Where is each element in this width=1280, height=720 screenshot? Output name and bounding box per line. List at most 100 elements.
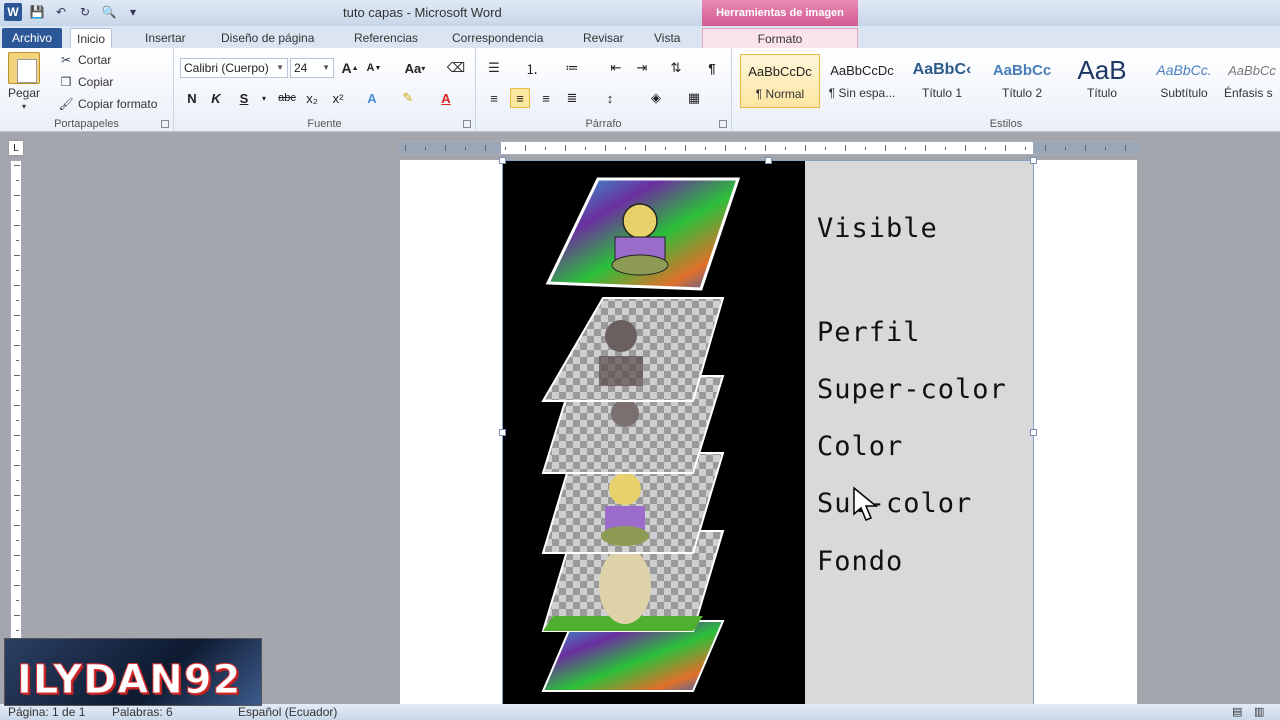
style-no-spacing[interactable]: AaBbCcDc ¶ Sin espa...	[822, 54, 902, 108]
paragraph-launcher-icon[interactable]	[719, 120, 727, 128]
style-subtle-emphasis[interactable]: AaBbCc Énfasis s	[1224, 54, 1280, 108]
cut-label: Cortar	[78, 53, 112, 67]
ruler-tick	[1065, 147, 1066, 150]
font-name-select[interactable]: Calibri (Cuerpo) ▼	[180, 58, 288, 78]
tab-format[interactable]: Formato	[702, 28, 858, 48]
borders-icon[interactable]: ▦	[684, 88, 704, 108]
format-painter-button[interactable]: 🖌 Copiar formato	[58, 96, 157, 112]
resize-handle-right[interactable]	[1030, 429, 1037, 436]
tab-home[interactable]: Inicio	[70, 28, 113, 48]
print-preview-icon[interactable]: 🔍	[100, 3, 118, 21]
customize-toolbar-icon[interactable]: ▾	[124, 3, 142, 21]
tab-references[interactable]: Referencias	[348, 28, 424, 48]
copy-icon: ❐	[60, 75, 72, 89]
decrease-indent-icon[interactable]: ⇤	[606, 58, 626, 78]
ruler-tick	[725, 145, 726, 151]
font-size-select[interactable]: 24 ▼	[290, 58, 334, 78]
horizontal-ruler[interactable]	[398, 141, 1139, 155]
paragraph-group: ☰ ⒈ ≔ ⇤ ⇥ ⇅ ¶ ≡ ≡ ≡ ≣ ↕ ◈ ▦ Párrafo	[476, 48, 732, 132]
strikethrough-button[interactable]: abc	[274, 88, 300, 108]
ruler-tick	[485, 145, 486, 151]
bullets-icon[interactable]: ☰	[484, 58, 504, 78]
tab-review[interactable]: Revisar	[577, 28, 630, 48]
ruler-tick	[16, 240, 19, 241]
style-preview: AaBbCcDc	[830, 62, 894, 78]
ruler-tick	[505, 147, 506, 150]
redo-icon[interactable]: ↻	[76, 3, 94, 21]
clear-formatting-icon[interactable]: ⌫	[446, 58, 466, 78]
superscript-button[interactable]: x²	[328, 88, 348, 108]
move-cursor-icon	[853, 486, 879, 521]
undo-icon[interactable]: ↶	[52, 3, 70, 21]
word-count-status[interactable]: Palabras: 6	[112, 705, 173, 719]
page-count-status[interactable]: Página: 1 de 1	[8, 705, 85, 719]
align-right-icon[interactable]: ≡	[536, 88, 556, 108]
resize-handle-top-right[interactable]	[1030, 157, 1037, 164]
resize-handle-top-left[interactable]	[499, 157, 506, 164]
ruler-tick	[16, 300, 19, 301]
clipboard-launcher-icon[interactable]	[161, 120, 169, 128]
copy-button[interactable]: ❐ Copiar	[58, 74, 114, 90]
italic-button[interactable]: K	[206, 88, 226, 108]
subscript-button[interactable]: x₂	[302, 88, 322, 108]
increase-indent-icon[interactable]: ⇥	[632, 58, 652, 78]
bold-button[interactable]: N	[182, 88, 202, 108]
resize-handle-left[interactable]	[499, 429, 506, 436]
sort-icon[interactable]: ⇅	[666, 58, 686, 78]
font-launcher-icon[interactable]	[463, 120, 471, 128]
ruler-tick	[16, 210, 19, 211]
style-subtitle[interactable]: AaBbCc. Subtítulo	[1144, 54, 1224, 108]
style-title[interactable]: AaB Título	[1062, 54, 1142, 108]
style-label: Título 1	[921, 86, 963, 100]
style-normal[interactable]: AaBbCcDc ¶ Normal	[740, 54, 820, 108]
grow-font-button[interactable]: A ▲	[340, 58, 360, 78]
ruler-tick	[665, 147, 666, 150]
word-app-icon[interactable]: W	[4, 3, 22, 21]
ruler-tick	[16, 480, 19, 481]
tab-selector-icon[interactable]: L	[8, 140, 24, 156]
paragraph-group-label: Párrafo	[585, 118, 622, 130]
justify-icon[interactable]: ≣	[562, 88, 582, 108]
shrink-font-button[interactable]: A ▼	[364, 58, 384, 78]
layers-picture[interactable]: Visible Perfil Super-color Color Sub-col…	[499, 157, 1037, 706]
ruler-tick	[1125, 145, 1126, 151]
style-heading-1[interactable]: AaBbC‹ Título 1	[902, 54, 982, 108]
tab-file[interactable]: Archivo	[2, 28, 62, 48]
italic-label: K	[211, 90, 221, 106]
resize-handle-top[interactable]	[765, 157, 772, 164]
highlight-icon[interactable]: ✎	[398, 88, 418, 108]
ruler-tick	[16, 330, 19, 331]
save-icon[interactable]: 💾	[28, 3, 46, 21]
show-formatting-button[interactable]: ¶	[702, 58, 722, 78]
change-case-button[interactable]: Aa ▾	[400, 58, 430, 78]
title-bar: W 💾 ↶ ↻ 🔍 ▾ tuto capas - Microsoft Word …	[0, 0, 1280, 26]
underline-button[interactable]: S	[234, 88, 254, 108]
tab-mailings[interactable]: Correspondencia	[446, 28, 549, 48]
ruler-tick	[14, 225, 20, 226]
multilevel-list-icon[interactable]: ≔	[562, 58, 582, 78]
text-effects-icon[interactable]: A	[362, 88, 382, 108]
style-heading-2[interactable]: AaBbCc Título 2	[982, 54, 1062, 108]
cut-button[interactable]: ✂ Cortar	[58, 52, 111, 68]
align-center-icon[interactable]: ≡	[510, 88, 530, 108]
paste-button[interactable]: Pegar ▾	[8, 52, 40, 111]
superscript-label: x²	[332, 90, 344, 106]
underline-dropdown-icon[interactable]: ▾	[254, 88, 274, 108]
ruler-tick	[1025, 147, 1026, 150]
reading-view-icon[interactable]: ▥	[1254, 705, 1264, 718]
vertical-ruler[interactable]	[10, 160, 22, 706]
font-color-icon[interactable]: A	[436, 88, 456, 108]
shading-icon[interactable]: ◈	[646, 88, 666, 108]
font-group: Calibri (Cuerpo) ▼ 24 ▼ A ▲ A ▼ Aa ▾ ⌫ N K …	[174, 48, 476, 132]
tab-insert[interactable]: Insertar	[139, 28, 192, 48]
align-left-icon[interactable]: ≡	[484, 88, 504, 108]
status-bar: Página: 1 de 1 Palabras: 6 Español (Ecua…	[0, 704, 1280, 720]
tab-page-layout[interactable]: Diseño de página	[215, 28, 320, 48]
tab-view[interactable]: Vista	[648, 28, 686, 48]
language-status[interactable]: Español (Ecuador)	[238, 705, 337, 719]
print-layout-view-icon[interactable]: ▤	[1232, 705, 1242, 718]
ruler-tick	[16, 510, 19, 511]
line-spacing-icon[interactable]: ↕	[600, 88, 620, 108]
numbering-icon[interactable]: ⒈	[522, 58, 542, 78]
ruler-tick	[925, 145, 926, 151]
